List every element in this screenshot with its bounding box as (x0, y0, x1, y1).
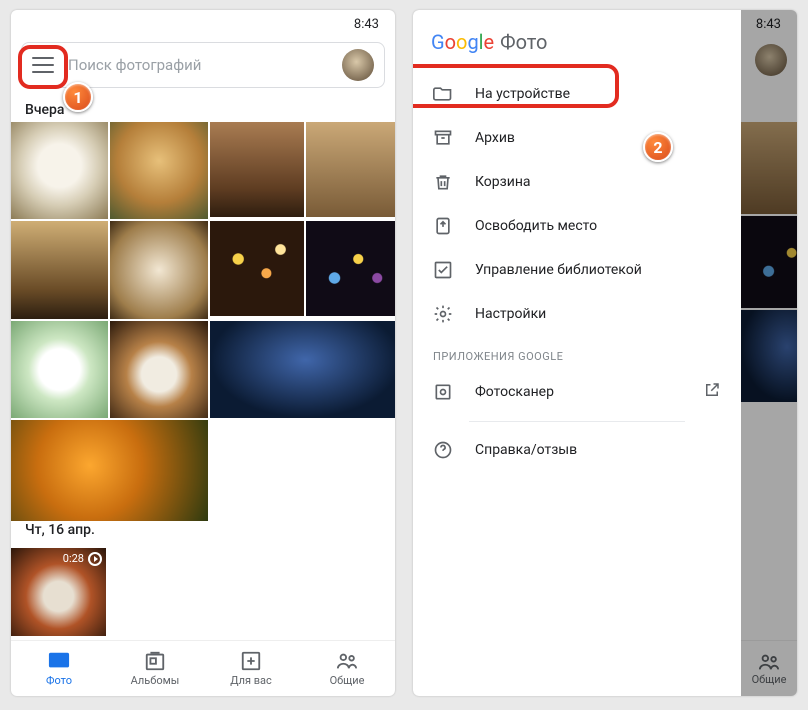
drawer-item-archive[interactable]: Архив (413, 116, 741, 160)
avatar[interactable] (342, 49, 374, 81)
phone-left: 8:43 Поиск фотографий 1 Вчера Чт, 16 апр… (11, 10, 395, 696)
tab-shared[interactable]: Общие (299, 641, 395, 696)
drawer-item-label: На устройстве (475, 86, 570, 102)
photo-thumb[interactable] (110, 122, 207, 219)
video-badge: 0:28 (63, 552, 102, 566)
photo-thumb[interactable] (210, 221, 305, 316)
photo-grid (11, 122, 395, 512)
tab-label: Общие (330, 674, 365, 687)
menu-button[interactable] (32, 57, 54, 73)
library-icon (433, 260, 453, 280)
photos-icon (48, 650, 70, 672)
drawer-header: Google Фото (413, 18, 741, 72)
drawer-item-freespace[interactable]: Освободить место (413, 204, 741, 248)
foryou-icon (240, 650, 262, 672)
folder-icon (433, 84, 453, 104)
photo-thumb[interactable] (110, 221, 207, 318)
drawer-item-device[interactable]: На устройстве (413, 72, 741, 116)
play-icon (88, 552, 102, 566)
search-input[interactable]: Поиск фотографий (68, 56, 328, 74)
phone-right: 8:43 Общие Google Фото На у (413, 10, 797, 696)
albums-icon (144, 650, 166, 672)
drawer-item-label: Корзина (475, 174, 531, 190)
drawer-section-apps: ПРИЛОЖЕНИЯ GOOGLE (413, 336, 741, 369)
bottom-nav: Фото Альбомы Для вас Общие (11, 640, 395, 696)
drawer-item-label: Архив (475, 130, 515, 146)
drawer-item-settings[interactable]: Настройки (413, 292, 741, 336)
drawer-item-help[interactable]: Справка/отзыв (413, 428, 741, 472)
archive-icon (433, 128, 453, 148)
photo-thumb[interactable] (11, 420, 208, 520)
video-thumb[interactable]: 0:28 (11, 548, 106, 636)
photo-thumb[interactable] (210, 321, 395, 418)
tab-label: Альбомы (131, 674, 180, 687)
free-space-icon (433, 216, 453, 236)
photo-thumb[interactable] (306, 221, 395, 316)
drawer-item-label: Справка/отзыв (475, 442, 577, 458)
drawer-item-label: Освободить место (475, 218, 597, 234)
tab-label: Для вас (230, 674, 272, 687)
section-thu16: Чт, 16 апр. (11, 512, 395, 542)
tab-photos[interactable]: Фото (11, 641, 107, 696)
callout-badge-1: 1 (63, 82, 93, 112)
drawer-item-manage[interactable]: Управление библиотекой (413, 248, 741, 292)
photo-thumb[interactable] (110, 321, 207, 418)
photo-thumb[interactable] (306, 122, 395, 217)
drawer-item-trash[interactable]: Корзина (413, 160, 741, 204)
photo-thumb[interactable] (11, 221, 108, 318)
status-bar: 8:43 (11, 10, 395, 38)
google-logo: Google (431, 30, 494, 54)
gear-icon (433, 304, 453, 324)
drawer-item-label: Настройки (475, 306, 546, 322)
photo-thumb[interactable] (11, 122, 108, 219)
photo-thumb[interactable] (11, 321, 108, 418)
hamburger-icon (32, 57, 54, 73)
external-link-icon (703, 381, 721, 403)
shared-icon (336, 650, 358, 672)
video-duration: 0:28 (63, 552, 84, 565)
navigation-drawer: Google Фото На устройстве 2 Архив Корзин… (413, 10, 741, 696)
drawer-item-photoscan[interactable]: Фотосканер (413, 369, 741, 415)
tab-foryou[interactable]: Для вас (203, 641, 299, 696)
help-icon (433, 440, 453, 460)
brand-word: Фото (500, 30, 547, 54)
tab-albums[interactable]: Альбомы (107, 641, 203, 696)
tab-label: Фото (46, 674, 72, 687)
drawer-item-label: Управление библиотекой (475, 262, 642, 278)
clock: 8:43 (354, 17, 379, 32)
drawer-item-label: Фотосканер (475, 384, 554, 400)
photoscan-icon (433, 382, 453, 402)
trash-icon (433, 172, 453, 192)
photo-thumb[interactable] (210, 122, 305, 217)
